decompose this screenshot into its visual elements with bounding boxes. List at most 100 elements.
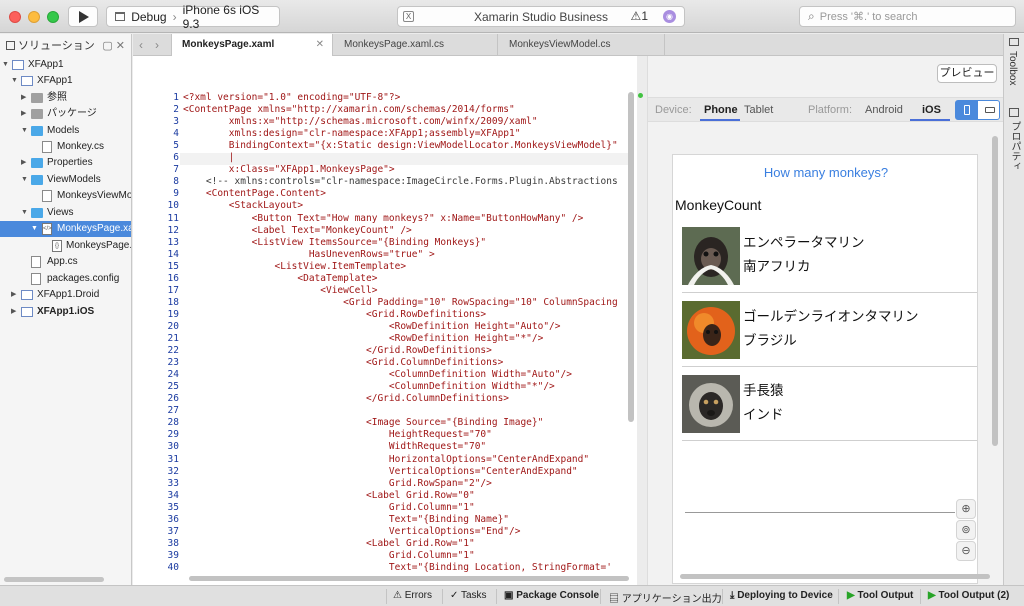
code-line[interactable]: <StackLayout> bbox=[183, 200, 303, 212]
tab-monkeys-viewmodel-cs[interactable]: MonkeysViewModel.cs bbox=[499, 34, 665, 56]
properties-tab[interactable]: プロパティ bbox=[1007, 121, 1022, 171]
collapse-arrow-icon[interactable]: ▶ bbox=[11, 304, 19, 320]
editor-vertical-scrollbar[interactable] bbox=[628, 92, 634, 422]
configuration-selector[interactable]: Debug › iPhone 6s iOS 9.3 bbox=[106, 3, 280, 31]
dock-icon[interactable]: ▢ bbox=[102, 40, 112, 52]
code-line[interactable]: <!-- xmlns:controls="clr-namespace:Image… bbox=[183, 176, 618, 188]
code-line[interactable]: <Image Source="{Binding Image}" bbox=[183, 417, 543, 429]
code-line[interactable]: <Label Grid.Row="0" bbox=[183, 490, 475, 502]
nav-back-icon[interactable]: ‹ bbox=[139, 38, 143, 52]
code-line[interactable]: <ColumnDefinition Width="Auto"/> bbox=[183, 369, 572, 381]
tree-item-ios-project[interactable]: ▶ XFApp1.iOS bbox=[0, 304, 131, 320]
expand-arrow-icon[interactable]: ▼ bbox=[11, 73, 19, 89]
collapse-arrow-icon[interactable]: ▶ bbox=[21, 90, 29, 106]
code-line[interactable]: <Button Text="How many monkeys?" x:Name=… bbox=[183, 213, 584, 225]
run-button[interactable] bbox=[68, 6, 98, 27]
code-line[interactable]: <DataTemplate> bbox=[183, 273, 377, 285]
code-line[interactable]: <ListView.ItemTemplate> bbox=[183, 261, 407, 273]
preview-vertical-scrollbar[interactable] bbox=[992, 136, 998, 446]
tree-item-solution[interactable]: ▼ XFApp1 bbox=[0, 57, 131, 73]
code-line[interactable]: <RowDefinition Height="*"/> bbox=[183, 333, 543, 345]
collapse-arrow-icon[interactable]: ▶ bbox=[21, 106, 29, 122]
tree-item-monkeys-viewmodel-cs[interactable]: MonkeysViewModel.cs bbox=[0, 188, 131, 204]
code-line[interactable]: Grid.Column="1" bbox=[183, 550, 475, 562]
tree-item-droid-project[interactable]: ▶ XFApp1.Droid bbox=[0, 287, 131, 303]
code-line[interactable]: <?xml version="1.0" encoding="UTF-8"?> bbox=[183, 92, 400, 104]
tree-item-viewmodels[interactable]: ▼ ViewModels bbox=[0, 172, 131, 188]
code-line[interactable]: Grid.RowSpan="2"/> bbox=[183, 478, 492, 490]
tree-item-app-cs[interactable]: App.cs bbox=[0, 254, 131, 270]
code-line[interactable]: WidthRequest="70" bbox=[183, 441, 486, 453]
expand-arrow-icon[interactable]: ▼ bbox=[21, 205, 29, 221]
code-line[interactable]: <Grid.ColumnDefinitions> bbox=[183, 357, 503, 369]
tasks-button[interactable]: ✓ Tasks bbox=[450, 590, 487, 601]
code-line[interactable]: </Grid.ColumnDefinitions> bbox=[183, 393, 509, 405]
code-line[interactable]: HeightRequest="70" bbox=[183, 429, 492, 441]
tree-item-models[interactable]: ▼ Models bbox=[0, 123, 131, 139]
nav-forward-icon[interactable]: › bbox=[155, 38, 159, 52]
app-output-button[interactable]: ▤ アプリケーション出力 bbox=[609, 590, 722, 605]
errors-button[interactable]: ⚠ Errors bbox=[393, 590, 432, 601]
deploying-button[interactable]: ⤓ Deploying to Device bbox=[730, 590, 833, 601]
code-line[interactable]: <Label Text="MonkeyCount" /> bbox=[183, 225, 412, 237]
expand-arrow-icon[interactable]: ▼ bbox=[21, 123, 29, 139]
code-line[interactable]: <Grid.RowDefinitions> bbox=[183, 309, 486, 321]
platform-option-android[interactable]: Android bbox=[865, 104, 903, 116]
tree-item-references[interactable]: ▶ 参照 bbox=[0, 90, 131, 106]
tree-item-packages[interactable]: ▶ パッケージ bbox=[0, 106, 131, 122]
tree-item-properties[interactable]: ▶ Properties bbox=[0, 155, 131, 171]
code-line[interactable]: xmlns:x="http://schemas.microsoft.com/wi… bbox=[183, 116, 538, 128]
tree-item-packages-config[interactable]: packages.config bbox=[0, 271, 131, 287]
tool-output-button[interactable]: ▶ Tool Output bbox=[847, 590, 913, 601]
expand-arrow-icon[interactable]: ▼ bbox=[2, 57, 10, 73]
solution-pad-scrollbar[interactable] bbox=[4, 577, 104, 582]
list-item[interactable]: 手長猿 インド bbox=[673, 367, 977, 441]
code-line[interactable]: HorizontalOptions="CenterAndExpand" bbox=[183, 454, 589, 466]
preview-horizontal-scrollbar[interactable] bbox=[680, 574, 990, 579]
expand-arrow-icon[interactable]: ▼ bbox=[31, 221, 39, 237]
code-editor[interactable]: 1 2 3 4 5 6 7 8 9 10 11 12 13 14 15 16 17 18 19 20 21 22 23 24 2… bbox=[133, 56, 637, 585]
tree-item-project[interactable]: ▼ XFApp1 bbox=[0, 73, 131, 89]
close-window-button[interactable] bbox=[9, 11, 21, 23]
tool-output-2-button[interactable]: ▶ Tool Output (2) bbox=[928, 590, 1009, 601]
list-item[interactable]: ゴールデンライオンタマリン ブラジル bbox=[673, 293, 977, 367]
tab-monkeys-page-xaml-cs[interactable]: MonkeysPage.xaml.cs bbox=[334, 34, 498, 56]
code-line[interactable]: VerticalOptions="End"/> bbox=[183, 526, 521, 538]
code-line[interactable]: <Grid Padding="10" RowSpacing="10" Colum… bbox=[183, 297, 618, 309]
tab-monkeys-page-xaml[interactable]: MonkeysPage.xaml ✕ bbox=[171, 34, 333, 56]
portrait-button[interactable] bbox=[956, 101, 978, 119]
tree-item-views[interactable]: ▼ Views bbox=[0, 205, 131, 221]
code-line[interactable]: HasUnevenRows="true" > bbox=[183, 249, 435, 261]
code-line[interactable]: | bbox=[183, 152, 235, 164]
zoom-in-button[interactable]: ⊕ bbox=[956, 499, 976, 519]
code-line[interactable]: <ContentPage xmlns="http://xamarin.com/s… bbox=[183, 104, 515, 116]
zoom-out-button[interactable]: ⊖ bbox=[956, 541, 976, 561]
tree-item-monkey-cs[interactable]: Monkey.cs bbox=[0, 139, 131, 155]
code-line[interactable]: <RowDefinition Height="Auto"/> bbox=[183, 321, 561, 333]
code-line[interactable]: <Label Grid.Row="1" bbox=[183, 538, 475, 550]
expand-arrow-icon[interactable]: ▼ bbox=[21, 172, 29, 188]
code-line[interactable]: VerticalOptions="CenterAndExpand" bbox=[183, 466, 578, 478]
code-line[interactable]: </Grid.RowDefinitions> bbox=[183, 345, 492, 357]
collapse-arrow-icon[interactable]: ▶ bbox=[11, 287, 19, 303]
code-line[interactable]: <ViewCell> bbox=[183, 285, 377, 297]
warning-indicator[interactable]: ⚠1 bbox=[631, 9, 648, 23]
package-console-button[interactable]: ▣ Package Console bbox=[504, 590, 599, 601]
preview-button[interactable]: プレビュー bbox=[937, 64, 997, 83]
editor-horizontal-scrollbar[interactable] bbox=[189, 576, 629, 581]
update-icon[interactable]: ◉ bbox=[663, 10, 676, 23]
device-option-tablet[interactable]: Tablet bbox=[744, 104, 773, 116]
toolbox-tab[interactable]: Toolbox bbox=[1007, 51, 1018, 85]
how-many-monkeys-button[interactable]: How many monkeys? bbox=[673, 165, 977, 180]
minimize-window-button[interactable] bbox=[28, 11, 40, 23]
tree-item-monkeys-page-xaml[interactable]: ▼ </> MonkeysPage.xaml bbox=[0, 221, 131, 237]
code-line[interactable]: xmlns:design="clr-namespace:XFApp1;assem… bbox=[183, 128, 521, 140]
zoom-reset-button[interactable]: ⊚ bbox=[956, 520, 976, 540]
device-option-phone[interactable]: Phone bbox=[704, 104, 738, 116]
maximize-window-button[interactable] bbox=[47, 11, 59, 23]
orientation-toggle[interactable] bbox=[955, 100, 1000, 120]
code-line[interactable]: x:Class="XFApp1.MonkeysPage"> bbox=[183, 164, 395, 176]
search-input[interactable]: ⌕ Press '⌘.' to search bbox=[799, 6, 1016, 27]
tree-item-monkeys-page-xaml-cs[interactable]: {} MonkeysPage.xaml.cs bbox=[0, 238, 131, 254]
code-line[interactable]: <ColumnDefinition Width="*"/> bbox=[183, 381, 555, 393]
